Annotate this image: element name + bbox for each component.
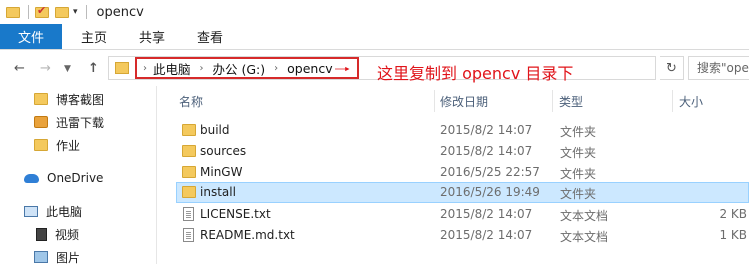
sidebar-item-homework[interactable]: 作业 (34, 135, 80, 155)
column-divider[interactable] (552, 90, 553, 112)
back-arrow-icon[interactable]: ← (14, 61, 25, 76)
folder-icon (34, 93, 48, 105)
sidebar-item-blog-screenshots[interactable]: 博客截图 (34, 89, 104, 109)
folder-icon (34, 139, 48, 151)
forward-arrow-icon[interactable]: → (40, 61, 51, 76)
column-divider[interactable] (434, 90, 435, 112)
sidebar-item-label: OneDrive (47, 171, 104, 185)
file-name: MinGW (200, 165, 243, 179)
breadcrumb-chevron-icon[interactable]: › (143, 63, 147, 74)
folder-icon (182, 166, 196, 178)
file-name: README.md.txt (200, 228, 295, 242)
breadcrumb-opencv[interactable]: opencv (287, 61, 332, 76)
file-type: 文本文档 (560, 209, 609, 223)
navigation-bar: ← → ▼ ↑ › 此电脑 › 办公 (G:) › opencv 这里复制到 o… (0, 50, 749, 86)
file-row[interactable]: sources 2015/8/2 14:07 文件夹 (176, 141, 749, 162)
file-modified: 2015/8/2 14:07 (440, 144, 533, 158)
video-icon (36, 227, 47, 241)
properties-quick-access-icon[interactable] (35, 4, 49, 18)
file-type: 文本文档 (560, 230, 609, 244)
file-modified: 2016/5/26 19:49 (440, 185, 540, 199)
tab-share[interactable]: 共享 (126, 24, 178, 49)
file-name: sources (200, 144, 247, 158)
new-folder-quick-access-icon[interactable] (55, 6, 69, 18)
file-type: 文件夹 (560, 125, 597, 139)
sidebar-item-label: 迅雷下载 (56, 115, 105, 130)
breadcrumb-this-pc[interactable]: 此电脑 (153, 59, 191, 78)
xunlei-icon (34, 116, 48, 128)
refresh-icon[interactable]: ↻ (660, 56, 684, 80)
folder-icon (6, 6, 20, 18)
breadcrumb-chevron-icon[interactable]: › (200, 63, 204, 74)
navigation-pane: 博客截图 迅雷下载 作业 OneDrive 此电脑 视频 图片 (0, 86, 157, 264)
file-type: 文件夹 (560, 146, 597, 160)
text-file-icon (183, 207, 194, 221)
this-pc-icon (24, 205, 38, 217)
sidebar-item-onedrive[interactable]: OneDrive (24, 168, 103, 188)
breadcrumb: › 此电脑 › 办公 (G:) › opencv (135, 57, 359, 79)
file-type: 文件夹 (560, 187, 597, 201)
annotation-arrow-icon (335, 66, 350, 72)
pictures-icon (34, 251, 48, 263)
folder-icon (115, 62, 129, 74)
onedrive-icon (24, 173, 39, 183)
title-divider (28, 5, 29, 19)
column-header-modified[interactable]: 修改日期 (440, 93, 488, 110)
file-modified: 2015/8/2 14:07 (440, 228, 533, 242)
up-arrow-icon[interactable]: ↑ (88, 61, 99, 76)
folder-icon (182, 145, 196, 157)
sidebar-item-label: 博客截图 (56, 92, 105, 107)
sidebar-item-videos[interactable]: 视频 (34, 224, 79, 244)
ribbon-tabs: 文件 主页 共享 查看 (0, 24, 749, 50)
breadcrumb-chevron-icon[interactable]: › (274, 63, 278, 74)
file-type: 文件夹 (560, 167, 597, 181)
file-modified: 2016/5/25 22:57 (440, 165, 540, 179)
search-input[interactable]: 搜索"opencv" (688, 56, 749, 80)
file-size: 1 KB (719, 228, 747, 242)
column-header-size[interactable]: 大小 (679, 93, 703, 110)
file-name: install (200, 185, 236, 199)
title-divider (85, 5, 87, 19)
column-headers: 名称 修改日期 类型 大小 (158, 86, 749, 114)
sidebar-item-label: 作业 (56, 138, 81, 153)
sidebar-item-label: 视频 (55, 227, 80, 242)
sidebar-item-pictures[interactable]: 图片 (34, 247, 80, 264)
recent-locations-chevron-icon[interactable]: ▼ (64, 64, 71, 74)
text-file-icon (183, 228, 194, 242)
folder-icon (182, 124, 196, 136)
file-row[interactable]: README.md.txt 2015/8/2 14:07 文本文档 1 KB (176, 225, 749, 246)
breadcrumb-drive[interactable]: 办公 (G:) (213, 59, 266, 78)
folder-icon (182, 186, 196, 198)
column-divider[interactable] (672, 90, 673, 112)
tab-view[interactable]: 查看 (184, 24, 236, 49)
address-bar[interactable]: › 此电脑 › 办公 (G:) › opencv 这里复制到 opencv 目录… (108, 56, 656, 83)
tab-home[interactable]: 主页 (68, 24, 120, 49)
sidebar-item-xunlei-downloads[interactable]: 迅雷下载 (34, 112, 104, 132)
window-title: opencv (96, 4, 144, 20)
sidebar-item-label: 图片 (56, 250, 81, 264)
file-modified: 2015/8/2 14:07 (440, 207, 533, 221)
file-size: 2 KB (719, 207, 747, 221)
file-modified: 2015/8/2 14:07 (440, 123, 533, 137)
file-name: build (200, 123, 230, 137)
title-bar: ▾ opencv (0, 0, 749, 24)
annotation-text: 这里复制到 opencv 目录下 (377, 64, 574, 83)
sidebar-item-label: 此电脑 (46, 204, 83, 219)
sidebar-item-this-pc[interactable]: 此电脑 (24, 201, 82, 221)
customize-toolbar-chevron-icon[interactable]: ▾ (73, 7, 78, 17)
column-header-name[interactable]: 名称 (179, 93, 203, 110)
tab-file[interactable]: 文件 (0, 24, 62, 49)
file-row[interactable]: build 2015/8/2 14:07 文件夹 (176, 120, 749, 141)
column-header-type[interactable]: 类型 (559, 93, 583, 110)
file-row-selected[interactable]: install 2016/5/26 19:49 文件夹 (176, 182, 749, 203)
file-row[interactable]: MinGW 2016/5/25 22:57 文件夹 (176, 162, 749, 183)
file-row[interactable]: LICENSE.txt 2015/8/2 14:07 文本文档 2 KB (176, 204, 749, 225)
file-name: LICENSE.txt (200, 207, 271, 221)
